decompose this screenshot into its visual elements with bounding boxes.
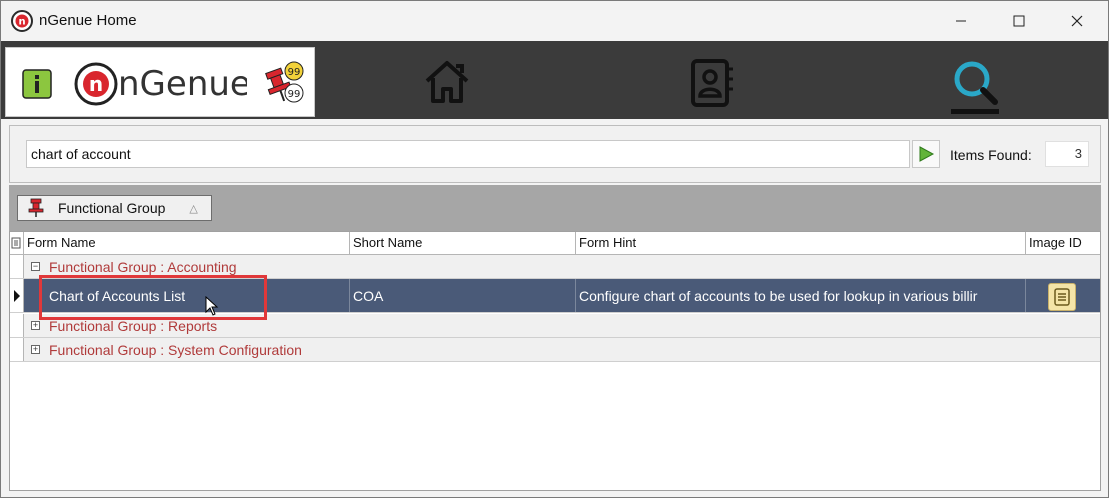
search-icon[interactable] — [949, 59, 1001, 115]
maximize-icon — [1013, 15, 1025, 27]
minimize-icon — [956, 20, 966, 22]
play-icon — [919, 146, 935, 162]
current-row-indicator — [10, 279, 24, 312]
contacts-icon[interactable] — [689, 59, 735, 107]
app-logo-icon: n — [11, 10, 33, 32]
form-glyph-icon — [1054, 288, 1070, 306]
logo-panel: n nGenue 99 99 — [5, 47, 315, 117]
column-chooser-icon — [11, 237, 21, 249]
svg-text:n: n — [18, 17, 25, 28]
row-indicator — [10, 255, 24, 278]
brand-text: nGenue — [118, 64, 247, 104]
column-header-image-id[interactable]: Image ID — [1026, 232, 1100, 255]
column-chooser-button[interactable] — [10, 232, 24, 255]
window-title: nGenue Home — [39, 12, 137, 29]
mouse-cursor-icon — [205, 296, 219, 316]
svg-text:n: n — [89, 72, 103, 96]
row-indicator — [10, 314, 24, 337]
sort-ascending-icon[interactable]: △ — [189, 202, 197, 215]
info-icon[interactable] — [22, 69, 52, 99]
group-label: Functional Group : System Configuration — [49, 342, 302, 358]
expand-icon[interactable]: + — [31, 321, 40, 330]
cell-short-name[interactable]: COA — [350, 279, 576, 312]
group-by-chip[interactable]: Functional Group △ — [17, 195, 212, 221]
pin-icon — [28, 198, 44, 217]
home-icon[interactable] — [423, 59, 471, 105]
notification-pin-icon[interactable]: 99 99 — [262, 60, 308, 106]
column-header-form-hint[interactable]: Form Hint — [576, 232, 1026, 255]
results-grid: Form Name Short Name Form Hint Image ID … — [9, 231, 1101, 491]
row-pointer-icon — [14, 290, 20, 302]
row-indicator — [10, 338, 24, 361]
close-icon — [1071, 15, 1083, 27]
highlight-box — [39, 275, 267, 320]
column-header-short-name[interactable]: Short Name — [350, 232, 576, 255]
minimize-button[interactable] — [941, 7, 981, 35]
form-icon[interactable] — [1048, 283, 1076, 311]
cell-form-hint[interactable]: Configure chart of accounts to be used f… — [576, 279, 1026, 312]
main-toolbar: n nGenue 99 99 — [1, 41, 1108, 119]
search-panel: Items Found: 3 — [9, 125, 1101, 183]
group-by-label: Functional Group — [58, 200, 166, 216]
items-found-label: Items Found: — [950, 147, 1032, 163]
group-label: Functional Group : Accounting — [49, 259, 237, 275]
column-header-form-name[interactable]: Form Name — [24, 232, 350, 255]
group-row-system-configuration[interactable]: + Functional Group : System Configuratio… — [10, 338, 1100, 362]
group-by-panel: Functional Group △ — [9, 185, 1101, 231]
run-search-button[interactable] — [912, 140, 940, 168]
app-window: n nGenue Home n nGenue 99 99 chart of ac… — [0, 0, 1109, 498]
ngenue-logo: n nGenue — [74, 62, 247, 106]
search-input[interactable] — [26, 140, 910, 168]
maximize-button[interactable] — [999, 7, 1039, 35]
grid-header: Form Name Short Name Form Hint Image ID — [10, 232, 1100, 255]
group-label: Functional Group : Reports — [49, 318, 218, 334]
collapse-icon[interactable]: − — [31, 262, 40, 271]
badge-bottom-count: 99 — [288, 89, 301, 100]
title-bar[interactable]: n nGenue Home — [1, 1, 1108, 41]
expand-icon[interactable]: + — [31, 345, 40, 354]
badge-top-count: 99 — [288, 67, 301, 78]
close-button[interactable] — [1057, 7, 1097, 35]
items-found-count: 3 — [1045, 141, 1089, 167]
